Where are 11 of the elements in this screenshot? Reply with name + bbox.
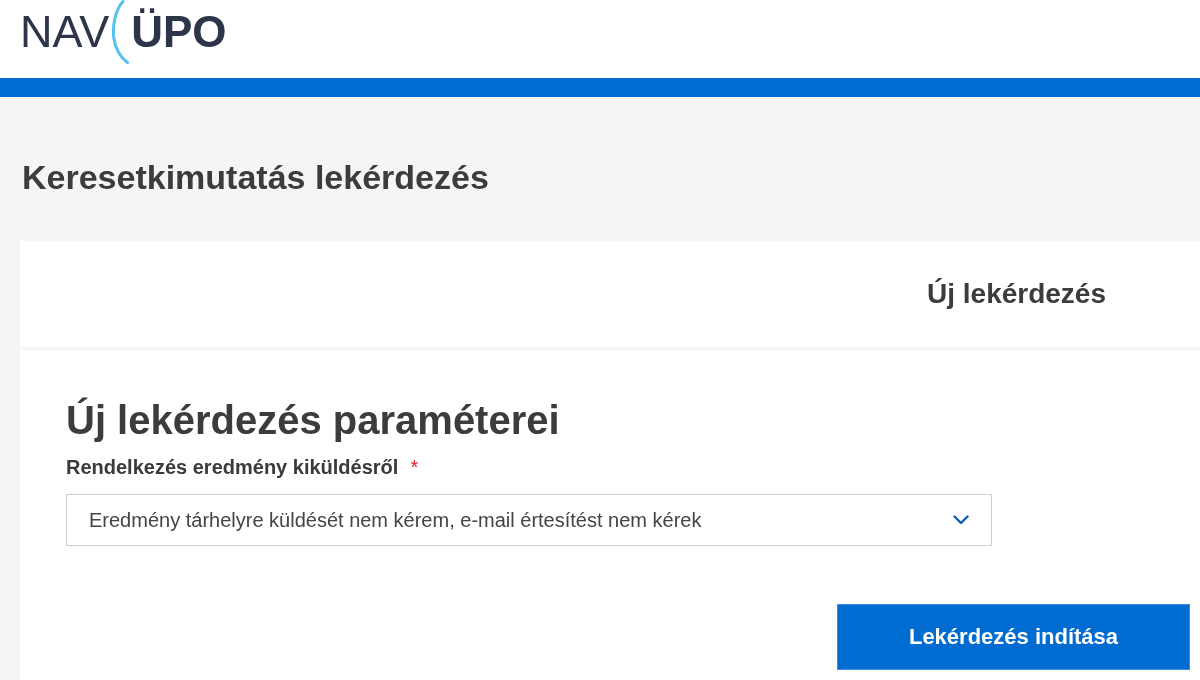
chevron-down-icon <box>953 515 969 525</box>
field-label: Rendelkezés eredmény kiküldésről <box>66 455 399 479</box>
logo-text: NAV <box>20 8 110 56</box>
page-title: Keresetkimutatás lekérdezés <box>22 159 489 195</box>
arc-icon <box>112 0 130 64</box>
submit-button[interactable]: Lekérdezés indítása <box>837 604 1190 670</box>
logo-text: ÜPO <box>131 8 227 56</box>
section-heading: Új lekérdezés paraméterei <box>66 396 560 444</box>
dropdown-field[interactable]: Eredmény tárhelyre küldését nem kérem, e-mail értesítést nem kérek <box>66 494 992 546</box>
required-mark: * <box>410 455 419 479</box>
card-header-title: Új lekérdezés <box>927 277 1106 311</box>
